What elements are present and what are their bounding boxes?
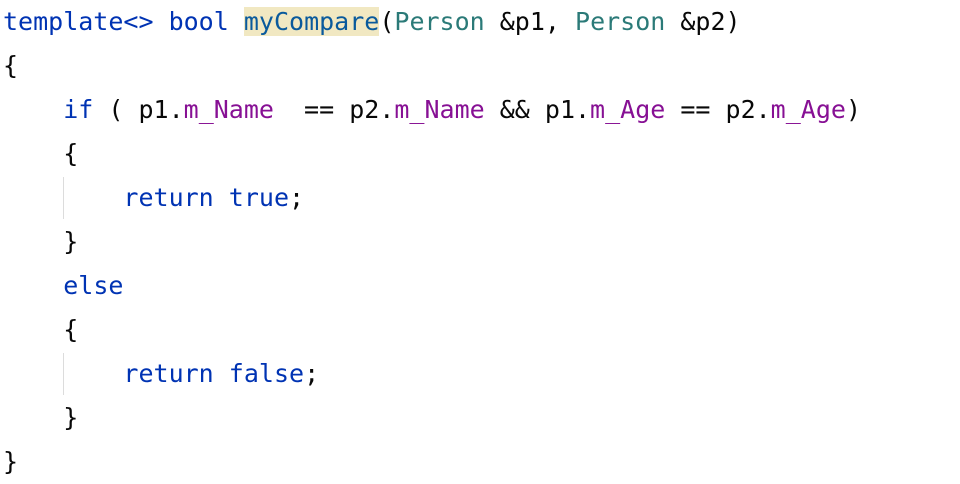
code-line-10: } — [63, 403, 79, 432]
code-line-8: { — [63, 315, 79, 344]
type-person: Person — [575, 7, 666, 36]
code-line-6: } — [63, 227, 79, 256]
code-line-4: { — [63, 139, 79, 168]
keyword-return: return — [123, 183, 214, 212]
code-editor[interactable]: template<> bool myCompare(Person &p1, Pe… — [0, 0, 960, 484]
code-line-2: { — [3, 51, 19, 80]
code-line-3: if ( p1.m_Name == p2.m_Name && p1.m_Age … — [63, 95, 861, 124]
keyword-false: false — [228, 359, 305, 388]
code-line-11: } — [3, 447, 19, 476]
keyword-bool: bool — [168, 7, 229, 36]
field-m-age: m_Age — [590, 95, 666, 124]
code-line-9: return false; — [123, 359, 320, 388]
field-m-age: m_Age — [770, 95, 846, 124]
field-m-name: m_Name — [183, 95, 274, 124]
field-m-name: m_Name — [394, 95, 485, 124]
function-name-highlighted[interactable]: myCompare — [243, 7, 380, 36]
type-person: Person — [394, 7, 485, 36]
code-line-1: template<> bool myCompare(Person &p1, Pe… — [3, 7, 741, 36]
keyword-return: return — [123, 359, 214, 388]
keyword-if: if — [63, 95, 94, 124]
code-line-5: return true; — [123, 183, 305, 212]
keyword-true: true — [228, 183, 290, 212]
keyword-else: else — [63, 271, 124, 300]
keyword-template: template<> — [3, 7, 154, 36]
code-line-7: else — [3, 269, 123, 303]
